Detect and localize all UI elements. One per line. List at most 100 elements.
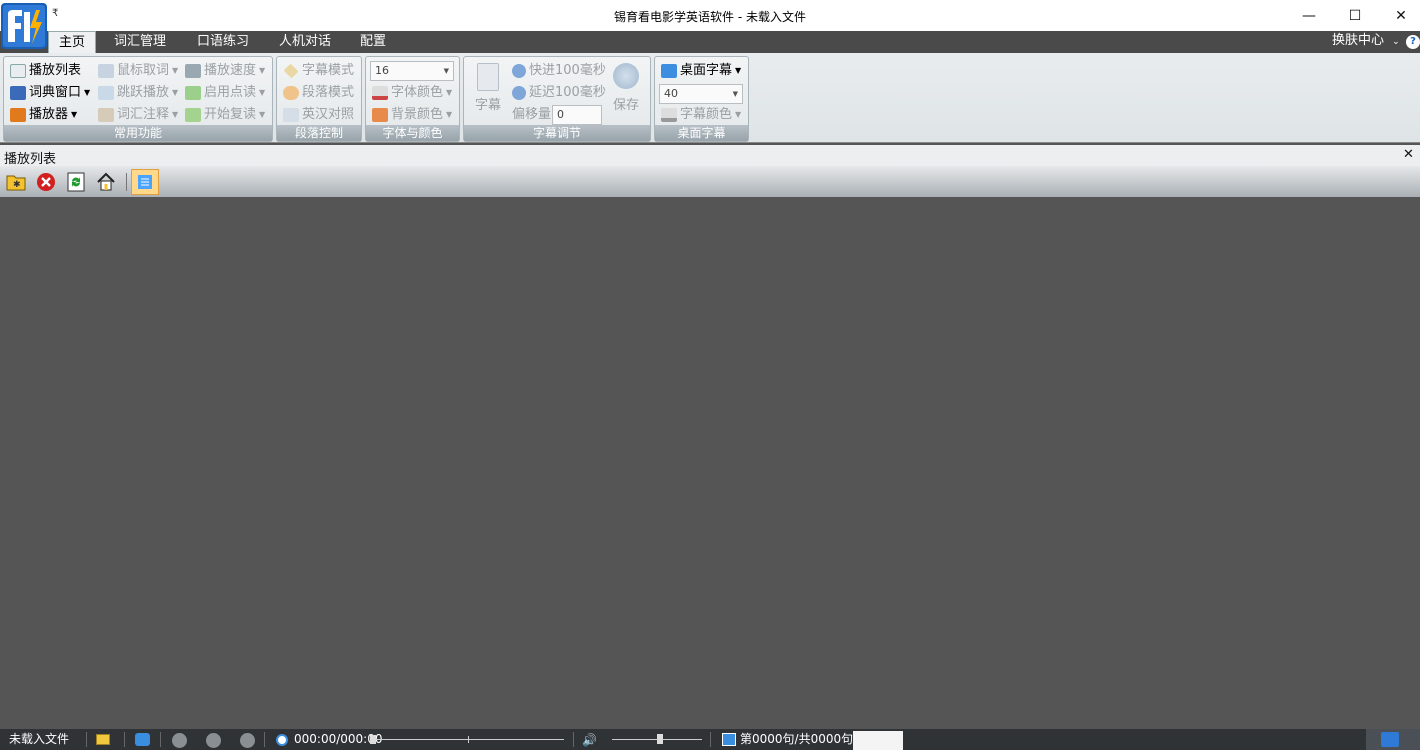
progress-slider[interactable] [376,739,564,740]
font-size-select[interactable]: 16 ▼ [370,61,454,81]
group-caption: 字体与颜色 [366,125,459,141]
list-icon [138,175,152,189]
desktop-size-select[interactable]: 40 ▼ [659,84,743,104]
home-button[interactable] [95,171,117,193]
volume-icon[interactable]: 🔊 [582,733,597,747]
sentence-icon [722,733,736,746]
vocab-note-button[interactable]: 词汇注释 ▼ [98,105,178,125]
close-button[interactable]: ✕ [1378,0,1420,31]
refresh-icon [67,172,85,192]
folder-icon[interactable] [96,734,110,745]
tab-speaking[interactable]: 口语练习 [187,31,259,53]
paragraph-mode-label: 段落模式 [302,85,355,100]
status-input-box[interactable] [853,731,903,750]
previous-button-icon[interactable] [172,733,187,748]
player-button[interactable]: 播放器 ▼ [10,105,77,125]
tab-vocabulary[interactable]: 词汇管理 [104,31,176,53]
play-speed-button[interactable]: 播放速度 ▼ [185,61,265,81]
mouse-word-button[interactable]: 鼠标取词 ▼ [98,61,178,81]
fast-forward-button[interactable]: 快进100毫秒 [512,61,606,81]
desktop-subtitle-button[interactable]: 桌面字幕 ▼ [661,61,741,81]
skip-play-label: 跳跃播放 [117,85,170,100]
player-icon [10,108,26,122]
playlist-workspace[interactable] [0,197,1420,729]
refresh-button[interactable] [65,171,87,193]
playlist-button[interactable]: 播放列表 [10,61,81,81]
font-color-label: 字体颜色 [391,85,444,100]
chevron-down-icon: ▼ [446,110,453,119]
tab-dialogue[interactable]: 人机对话 [269,31,341,53]
progress-tick [468,736,469,743]
skip-play-button[interactable]: 跳跃播放 ▼ [98,83,178,103]
font-color-button[interactable]: 字体颜色 ▼ [372,83,452,103]
save-button[interactable]: 保存 [608,63,644,113]
bilingual-button[interactable]: 英汉对照 [283,105,354,125]
delay-label: 延迟100毫秒 [529,85,606,100]
playlist-panel-title: 播放列表 [4,152,57,167]
subtitle-mode-button[interactable]: 字幕模式 [283,61,354,81]
chevron-down-icon: ▼ [259,110,266,119]
delay-button[interactable]: 延迟100毫秒 [512,83,606,103]
chevron-down-icon: ▼ [446,88,453,97]
subtitle-mode-label: 字幕模式 [302,63,355,78]
window-title: 锡育看电影学英语软件 - 未载入文件 [614,10,806,24]
fast-forward-label: 快进100毫秒 [529,63,606,78]
group-caption: 桌面字幕 [655,125,748,141]
group-caption: 段落控制 [277,125,361,141]
dictionary-label: 词典窗口 [29,85,82,100]
mouse-word-label: 鼠标取词 [117,63,170,78]
bilingual-icon [283,108,299,122]
divider [124,732,125,747]
app-logo-icon[interactable] [1381,732,1399,747]
group-caption: 常用功能 [4,125,272,141]
playlist-close-icon[interactable]: ✕ [1403,147,1414,162]
chevron-down-icon: ▼ [84,88,91,97]
chevron-down-icon: ▼ [259,66,266,75]
dictionary-window-button[interactable]: 词典窗口 ▼ [10,83,90,103]
skin-center-menu[interactable]: 换肤中心 ⌄ [1332,31,1400,53]
title-bar: ₹ 锡育看电影学英语软件 - 未载入文件 — ☐ ✕ [0,0,1420,31]
repeat-icon [185,108,201,122]
diamond-icon [283,63,299,79]
subtitle-color-button[interactable]: 字幕颜色 ▼ [661,105,741,125]
document-icon [477,63,499,91]
vocab-note-icon [98,108,114,122]
paragraph-mode-button[interactable]: 段落模式 [283,83,354,103]
sentence-counter: 第0000句/共0000句 [740,732,854,746]
playlist-label: 播放列表 [29,63,82,78]
divider [160,732,161,747]
maximize-button[interactable]: ☐ [1332,0,1378,31]
remove-button[interactable] [35,171,57,193]
tab-home[interactable]: 主页 [48,31,97,54]
enable-dictation-button[interactable]: 启用点读 ▼ [185,83,265,103]
start-repeat-button[interactable]: 开始复读 ▼ [185,105,265,125]
help-icon[interactable]: ? [1406,35,1420,49]
playlist-panel-header: 播放列表 ✕ [0,145,1420,167]
list-view-button[interactable] [131,169,159,195]
bg-color-icon [372,108,388,122]
chat-icon[interactable] [135,733,150,746]
minimize-button[interactable]: — [1286,0,1332,31]
skin-center-label: 换肤中心 [1332,33,1385,48]
save-label: 保存 [612,98,639,113]
group-desktop-subtitle: 桌面字幕 ▼ 40 ▼ 字幕颜色 ▼ 桌面字幕 [654,56,749,142]
playlist-toolbar: ✱ [0,166,1420,197]
group-font: 16 ▼ 字体颜色 ▼ 背景颜色 ▼ 字体与颜色 [365,56,460,142]
player-label: 播放器 [29,107,69,122]
vocab-note-label: 词汇注释 [117,107,170,122]
play-button-icon[interactable] [206,733,221,748]
next-button-icon[interactable] [240,733,255,748]
plus-circle-icon [512,86,526,100]
subtitle-button[interactable]: 字幕 [470,63,506,113]
play-speed-label: 播放速度 [204,63,257,78]
bg-color-button[interactable]: 背景颜色 ▼ [372,105,452,125]
minus-circle-icon [512,64,526,78]
open-folder-button[interactable]: ✱ [5,171,27,193]
volume-slider-thumb[interactable] [657,734,663,744]
desktop-subtitle-icon [661,64,677,78]
offset-input[interactable]: 0 [552,105,602,125]
tab-settings[interactable]: 配置 [350,31,396,53]
app-logo-icon[interactable] [0,2,48,50]
delete-icon [37,173,55,191]
divider [710,732,711,747]
